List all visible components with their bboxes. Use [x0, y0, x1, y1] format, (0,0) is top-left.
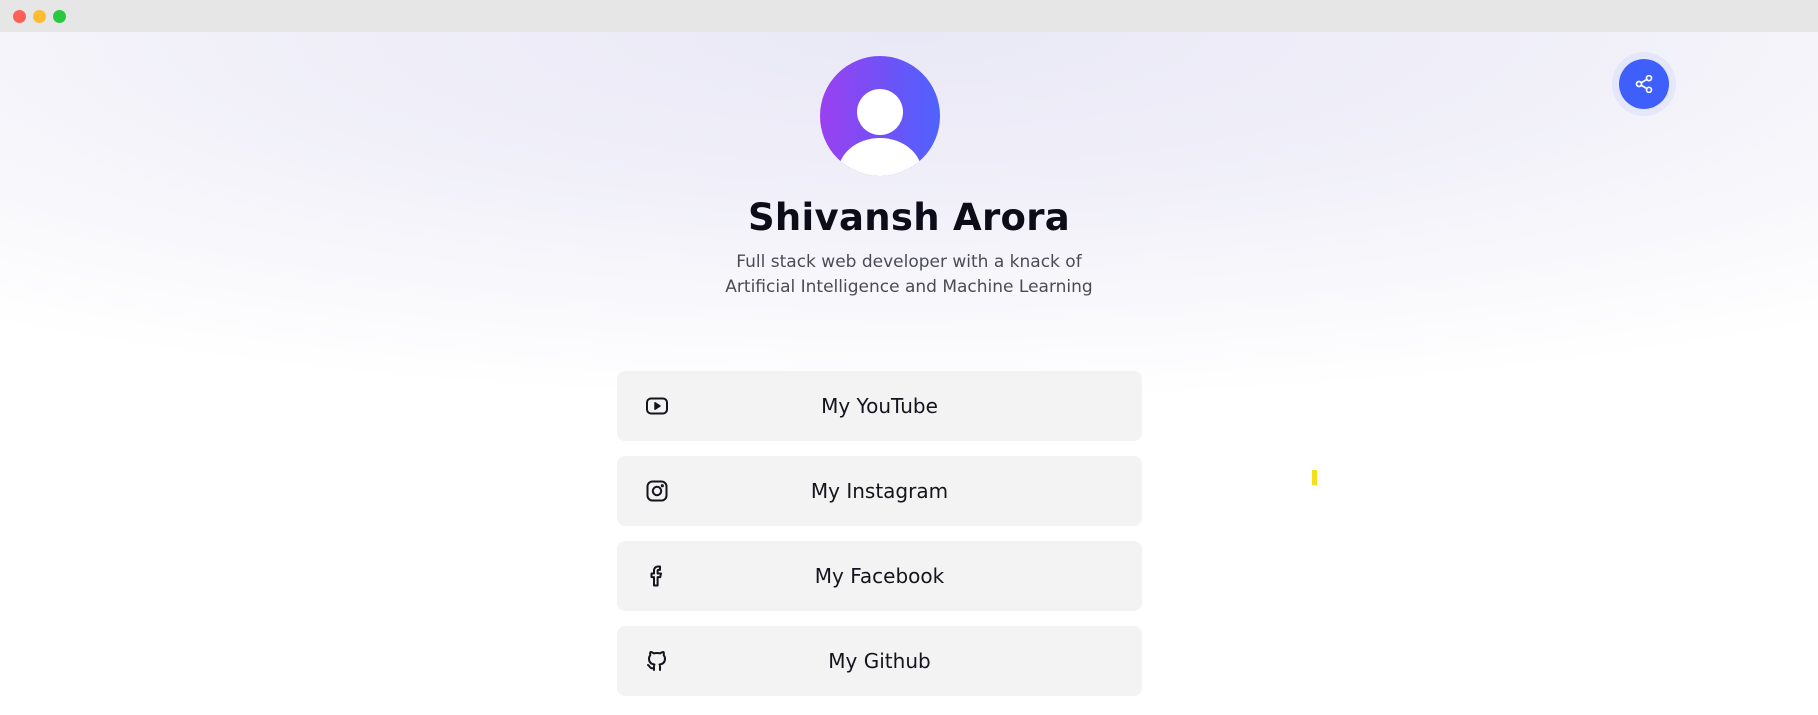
profile-bio-line-2: Artificial Intelligence and Machine Lear…	[725, 277, 1093, 297]
profile-avatar	[820, 56, 940, 176]
share-icon	[1635, 74, 1653, 94]
minimize-window-button[interactable]	[33, 10, 46, 23]
link-label: My Facebook	[814, 564, 945, 588]
profile-name: Shivansh Arora	[747, 196, 1071, 239]
window-titlebar	[0, 0, 1818, 32]
profile-bio: Full stack web developer with a knack of…	[0, 250, 1818, 300]
link-github[interactable]: My Github	[617, 626, 1142, 696]
link-label: My Github	[828, 649, 931, 673]
link-facebook[interactable]: My Facebook	[617, 541, 1142, 611]
link-youtube[interactable]: My YouTube	[617, 371, 1142, 441]
link-instagram[interactable]: My Instagram	[617, 456, 1142, 526]
text-cursor-marker	[1312, 470, 1317, 485]
profile-bio-line-1: Full stack web developer with a knack of	[736, 252, 1082, 272]
link-label: My YouTube	[821, 394, 938, 418]
maximize-window-button[interactable]	[53, 10, 66, 23]
user-avatar-icon	[857, 89, 903, 135]
browser-window: Shivansh Arora Full stack web developer …	[0, 0, 1818, 715]
link-label: My Instagram	[810, 479, 949, 503]
close-window-button[interactable]	[13, 10, 26, 23]
links-list: My YouTube My Instagram My Facebook My G…	[617, 371, 1142, 711]
share-button[interactable]	[1619, 59, 1669, 109]
page-content: Shivansh Arora Full stack web developer …	[0, 32, 1818, 715]
user-avatar-body	[838, 138, 922, 176]
